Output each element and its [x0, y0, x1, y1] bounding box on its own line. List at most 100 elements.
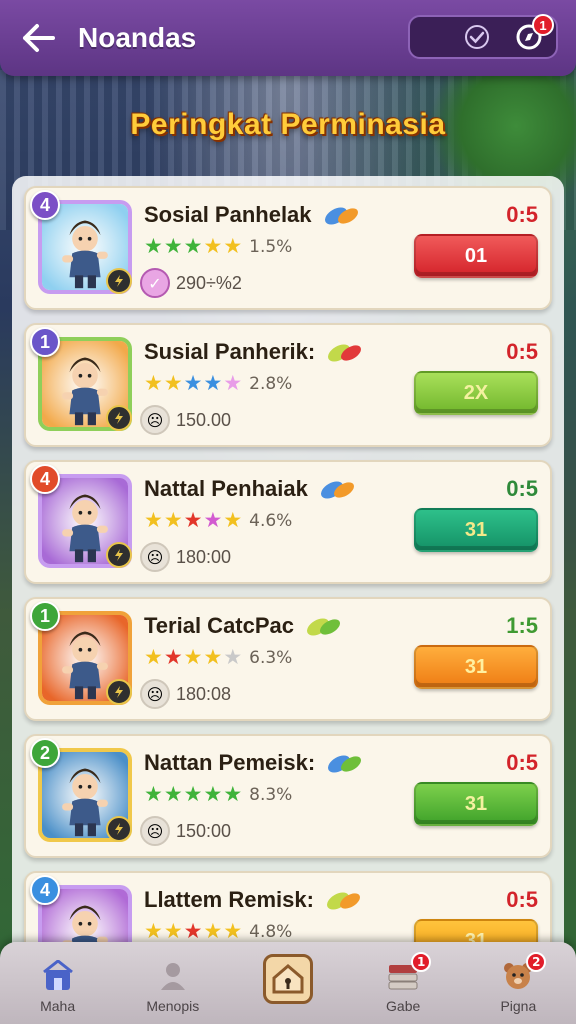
nav-item-home[interactable]: [238, 954, 338, 1014]
win-percent: 8.3%: [249, 784, 293, 805]
action-button[interactable]: 31: [414, 508, 538, 552]
star-icon: ★: [223, 782, 243, 806]
leaderboard-row[interactable]: 2 Nattan Pemeisk: 0:5 ★ ★ ★ ★ ★ 8.3% ☹ 150:0…: [24, 734, 552, 858]
rank-badge: 4: [30, 464, 60, 494]
win-percent: 4.6%: [249, 510, 293, 531]
stat-value: 290÷%2: [176, 272, 242, 293]
notification-badge: 1: [532, 14, 554, 36]
bottom-nav: Maha Menopis 1 Gabe 2 Pigna: [0, 942, 576, 1024]
player-name: Terial CatcPac: [144, 613, 295, 638]
nav-label: Menopis: [146, 998, 200, 1014]
player-name-row: Nattan Pemeisk:: [144, 750, 365, 776]
action-button[interactable]: 31: [414, 782, 538, 826]
rank-badge: 2: [30, 738, 60, 768]
leaderboard-list[interactable]: 4 Sosial Panhelak 0:5 ★ ★ ★ ★ ★ 1.5% ✓ 290÷%…: [12, 176, 564, 956]
star-icon: ★: [144, 919, 163, 943]
win-percent: 4.8%: [249, 921, 293, 942]
inbox-icon: 1: [385, 952, 432, 994]
match-score: 0:5: [506, 202, 538, 227]
feather-emblem-icon: [324, 207, 358, 225]
match-score: 1:5: [506, 613, 538, 638]
player-stat: ☹ 150.00: [140, 405, 231, 435]
stat-value: 150:00: [176, 820, 232, 841]
feather-emblem-icon: [307, 618, 341, 636]
feather-emblem-icon: [327, 892, 361, 910]
player-name-row: Llattem Remisk:: [144, 887, 364, 913]
check-heart-icon: ✓: [140, 268, 170, 298]
leaderboard-row[interactable]: 4 Nattal Penhaiak 0:5 ★ ★ ★ ★ ★ 4.6% ☹ 180:0…: [24, 460, 552, 584]
back-button[interactable]: [16, 16, 60, 60]
star-icon: ★: [223, 234, 243, 258]
star-icon: ★: [223, 508, 243, 532]
star-icon: ★: [203, 508, 223, 532]
star-icon: ★: [144, 371, 163, 395]
star-icon: ★: [163, 782, 183, 806]
nav-badge: 2: [526, 952, 547, 972]
leaderboard-row[interactable]: 4 Sosial Panhelak 0:5 ★ ★ ★ ★ ★ 1.5% ✓ 290÷%…: [24, 186, 552, 310]
lightning-icon: [106, 816, 132, 842]
feather-emblem-icon: [321, 481, 354, 499]
star-icon: ★: [203, 371, 223, 395]
win-percent: 1.5%: [249, 236, 293, 257]
nav-item-menopis[interactable]: Menopis: [123, 958, 223, 1014]
check-circle-icon: [465, 25, 489, 49]
star-icon: ★: [183, 782, 203, 806]
leaderboard-row[interactable]: 1 Susial Panherik: 0:5 ★ ★ ★ ★ ★ 2.8% ☹ 150.…: [24, 323, 552, 447]
action-button[interactable]: 01: [414, 234, 538, 278]
stat-value: 180:08: [176, 683, 232, 704]
person-icon: [155, 958, 191, 994]
player-name: Sosial Panhelak: [144, 202, 312, 227]
win-percent: 6.3%: [249, 647, 293, 668]
star-icon: ★: [144, 782, 163, 806]
star-icon: ★: [163, 645, 183, 669]
match-score: 0:5: [506, 339, 538, 364]
feather-emblem-icon: [328, 344, 362, 362]
leaderboard-row[interactable]: 1 Terial CatcPac 1:5 ★ ★ ★ ★ ★ 6.3% ☹ 180:08…: [24, 597, 552, 721]
star-rating: ★ ★ ★ ★ ★ 6.3%: [144, 647, 292, 668]
star-icon: ★: [203, 645, 223, 669]
rank-badge: 4: [30, 875, 60, 905]
star-rating: ★ ★ ★ ★ ★ 4.8%: [144, 921, 292, 942]
star-rating: ★ ★ ★ ★ ★ 2.8%: [144, 373, 292, 394]
match-score: 0:5: [506, 476, 538, 501]
win-percent: 2.8%: [249, 373, 293, 394]
app-title: Noandas: [78, 22, 197, 53]
star-icon: ★: [183, 371, 203, 395]
star-icon: ★: [203, 919, 223, 943]
action-button[interactable]: 2X: [414, 371, 538, 415]
arrow-left-icon: [23, 24, 55, 52]
star-rating: ★ ★ ★ ★ ★ 1.5%: [144, 236, 292, 257]
stat-value: 180:00: [176, 546, 232, 567]
star-icon: ★: [223, 919, 243, 943]
nav-item-pigna[interactable]: 2 Pigna: [468, 952, 568, 1014]
sad-face-icon: ☹: [140, 816, 170, 846]
player-name-row: Terial CatcPac: [144, 613, 344, 639]
nav-item-gabe[interactable]: 1 Gabe: [353, 952, 453, 1014]
home-lock-icon: [262, 954, 313, 1004]
star-icon: ★: [183, 508, 203, 532]
player-stat: ☹ 150:00: [140, 816, 231, 846]
star-icon: ★: [183, 234, 203, 258]
star-icon: ★: [144, 234, 163, 258]
rank-badge: 1: [30, 327, 60, 357]
star-rating: ★ ★ ★ ★ ★ 4.6%: [144, 510, 292, 531]
star-icon: ★: [163, 508, 183, 532]
nav-item-maha[interactable]: Maha: [8, 958, 108, 1014]
action-button[interactable]: 31: [414, 645, 538, 689]
house-icon: [40, 958, 76, 994]
star-icon: ★: [144, 645, 163, 669]
star-icon: ★: [163, 919, 183, 943]
notifications-button[interactable]: 1: [514, 14, 554, 52]
nav-label: Maha: [40, 998, 76, 1014]
player-name: Llattem Remisk:: [144, 887, 314, 912]
top-bar: Noandas 1: [0, 0, 576, 76]
player-stat: ☹ 180:08: [140, 679, 231, 709]
feather-emblem-icon: [328, 755, 362, 773]
star-icon: ★: [144, 508, 163, 532]
sad-face-icon: ☹: [140, 405, 170, 435]
star-icon: ★: [203, 234, 223, 258]
check-circle-button[interactable]: [462, 22, 492, 52]
nav-label: Pigna: [500, 998, 537, 1014]
nav-badge: 1: [411, 952, 432, 972]
rank-badge: 1: [30, 601, 60, 631]
